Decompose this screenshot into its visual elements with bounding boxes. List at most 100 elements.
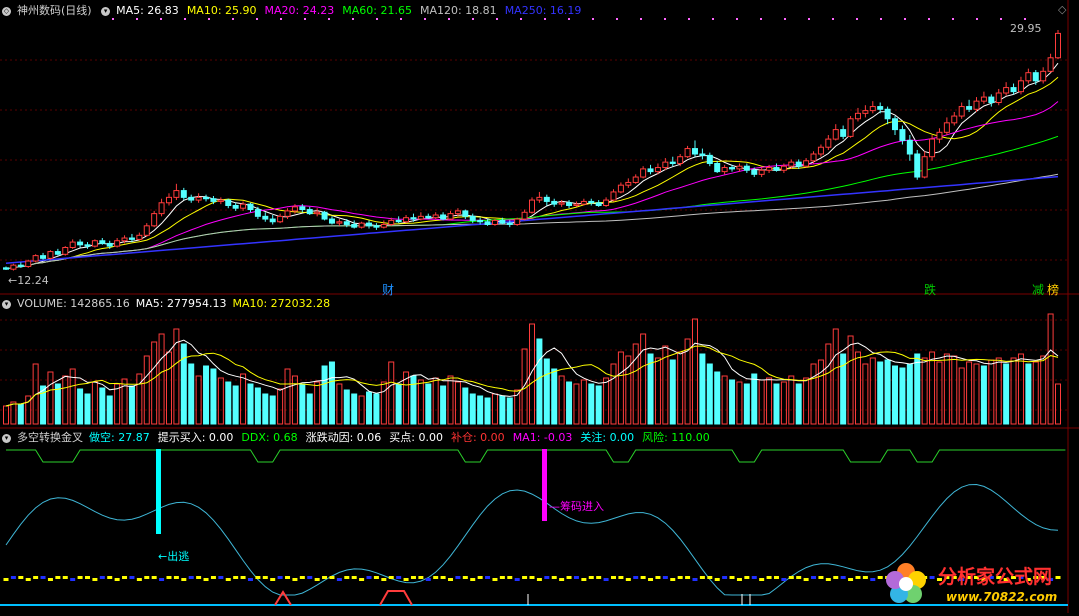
candle-body	[403, 217, 410, 223]
signal-dot	[160, 18, 162, 20]
watermark-logo: 分析家公式网 www.70822.com	[880, 556, 1079, 613]
ddx-mark	[181, 578, 187, 581]
ddx-mark	[455, 576, 461, 579]
candle-body	[551, 200, 558, 205]
volume-bar	[254, 387, 261, 425]
high-price-label: 29.95	[1010, 22, 1042, 35]
volume-ma10: MA10: 272032.28	[232, 297, 331, 310]
indicator-menu-icon[interactable]: ▾	[2, 433, 11, 443]
event-marker-fall[interactable]: 跌	[924, 281, 936, 298]
volume-bar	[877, 361, 884, 425]
volume-bar	[425, 383, 432, 425]
signal-dot	[544, 18, 546, 20]
candle-body	[469, 215, 476, 221]
ddx-mark	[314, 578, 320, 581]
diamond-icon[interactable]: ◇	[1058, 3, 1066, 16]
candle-body	[388, 219, 395, 225]
volume-bar	[343, 389, 350, 425]
volume-bar	[551, 368, 558, 425]
candle-body	[91, 240, 98, 247]
volume-bar	[862, 363, 869, 425]
candle-body	[743, 165, 750, 171]
volume-bar	[566, 381, 573, 425]
ddx-mark	[870, 578, 876, 581]
event-marker-rank[interactable]: 榜	[1047, 281, 1059, 298]
ddx-mark	[403, 578, 409, 581]
candle-body	[99, 240, 106, 244]
ddx-mark	[218, 576, 224, 579]
candle-body	[499, 219, 506, 224]
candle-body	[417, 215, 424, 220]
volume-bar	[106, 395, 113, 425]
candle-body	[247, 203, 254, 211]
ddx-mark	[425, 578, 431, 581]
candle-body	[566, 202, 573, 206]
ma-settings-icon[interactable]: ▾	[101, 6, 111, 16]
volume-bar	[929, 351, 936, 425]
candle-body	[632, 176, 639, 183]
ddx-mark	[270, 578, 276, 581]
event-marker-reduce[interactable]: 减	[1032, 281, 1044, 298]
ddx-mark	[699, 576, 705, 579]
candle-body	[69, 241, 76, 249]
ddx-mark	[862, 576, 868, 579]
ddx-mark	[247, 578, 253, 581]
ddx-mark	[136, 578, 142, 581]
volume-bar	[410, 375, 417, 425]
candle-body	[958, 106, 965, 117]
volume-bar	[936, 361, 943, 425]
ddx-mark	[55, 576, 61, 579]
ddx-mark	[640, 576, 646, 579]
volume-bar	[54, 383, 61, 425]
volume-bar	[247, 383, 254, 425]
volume-bar	[366, 391, 373, 425]
candle-body	[269, 218, 276, 223]
volume-menu-icon[interactable]: ▾	[2, 299, 11, 309]
ddx-mark	[166, 576, 172, 579]
ddx-mark	[529, 576, 535, 579]
volume-bar	[447, 375, 454, 425]
panel-menu-icon[interactable]: ◇	[2, 6, 11, 16]
candle-body	[425, 215, 432, 219]
volume-panel-header: ▾ VOLUME: 142865.16 MA5: 277954.13 MA10: 27…	[2, 296, 336, 311]
volume-bar	[617, 351, 624, 425]
volume-bar	[610, 363, 617, 425]
indicator-label-1: 提示买入: 0.00	[157, 431, 234, 444]
candle-body	[32, 255, 39, 262]
indicator-title: 多空转换金叉	[17, 431, 83, 444]
volume-bar	[995, 357, 1002, 425]
ddx-mark	[803, 578, 809, 581]
ddx-mark	[522, 576, 528, 579]
volume-bar	[440, 385, 447, 425]
moving-average-lines	[5, 62, 1059, 270]
candle-body	[262, 215, 269, 220]
signal-dot	[832, 18, 834, 20]
candle-body	[966, 106, 973, 110]
candle-body	[773, 167, 780, 171]
volume-bar	[654, 357, 661, 425]
signal-dot	[184, 18, 186, 20]
candle-body	[366, 222, 373, 227]
ddx-mark	[766, 576, 772, 579]
event-marker-finance[interactable]: 财	[382, 281, 394, 298]
ddx-mark	[818, 576, 824, 579]
ma250-line	[5, 175, 1059, 264]
candle-body	[47, 251, 54, 259]
volume-bar	[314, 381, 321, 425]
signal-dot	[976, 18, 978, 20]
candle-body	[284, 210, 291, 217]
candle-body	[514, 218, 521, 225]
ma-labels: MA5: 26.83 MA10: 25.90 MA20: 24.23 MA60: 21…	[116, 4, 589, 17]
volume-bar	[988, 359, 995, 425]
candle-body	[825, 138, 832, 148]
volume-bar	[595, 385, 602, 425]
ddx-mark	[99, 576, 105, 579]
candle-body	[973, 100, 980, 110]
candle-body	[543, 196, 550, 202]
ddx-mark	[796, 576, 802, 579]
volume-bar	[299, 383, 306, 425]
candle-body	[165, 196, 172, 204]
ddx-mark	[240, 576, 246, 579]
candle-body	[1055, 32, 1061, 59]
candle-body	[195, 196, 202, 201]
